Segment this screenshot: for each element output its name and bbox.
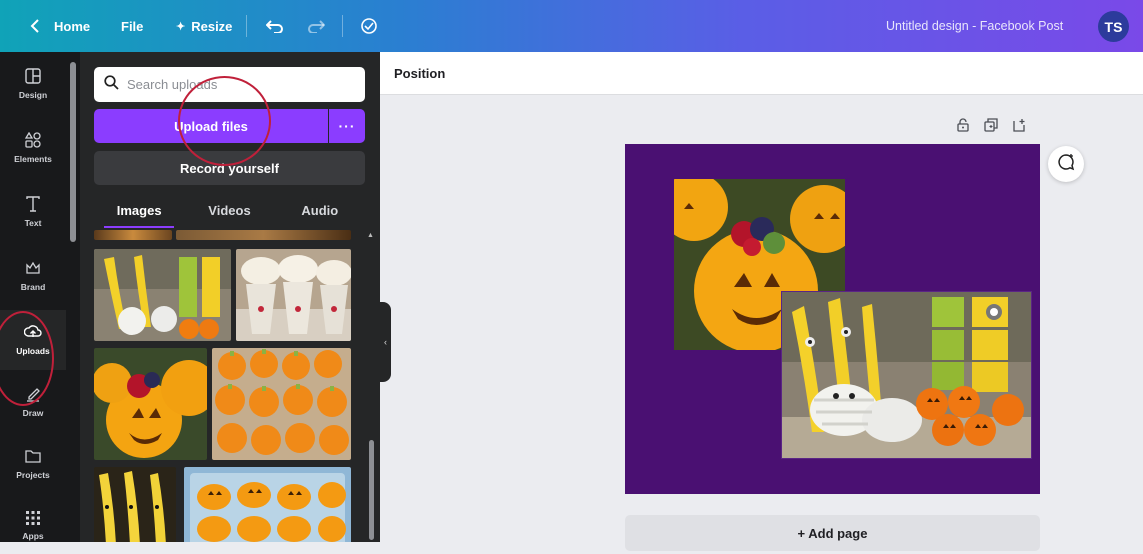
- canvas-image-bananas[interactable]: [781, 291, 1032, 459]
- redo-icon: [307, 19, 325, 33]
- position-button[interactable]: Position: [394, 66, 445, 81]
- rail-item-label: Text: [24, 218, 42, 228]
- file-label: File: [121, 18, 144, 34]
- upload-files-button[interactable]: Upload files: [94, 109, 328, 143]
- rail-scroll-thumb[interactable]: [70, 62, 76, 242]
- media-tabs: Images Videos Audio: [94, 192, 365, 228]
- upload-thumbnail[interactable]: [94, 467, 176, 542]
- upload-thumbnail[interactable]: [184, 467, 351, 542]
- avatar[interactable]: TS: [1098, 11, 1129, 42]
- save-status-button[interactable]: [360, 0, 378, 52]
- page-tools: [956, 118, 1026, 137]
- file-menu-button[interactable]: File: [121, 0, 143, 52]
- add-page-button[interactable]: + Add page: [625, 515, 1040, 551]
- record-yourself-button[interactable]: Record yourself: [94, 151, 365, 185]
- side-rail: Design Elements Text Brand Uploads Draw …: [0, 52, 66, 542]
- divider: [342, 15, 343, 37]
- grid-icon: [26, 511, 40, 527]
- rail-item-design[interactable]: Design: [0, 56, 66, 112]
- rail-item-projects[interactable]: Projects: [0, 436, 66, 492]
- rail-item-text[interactable]: Text: [0, 184, 66, 240]
- rail-item-label: Brand: [20, 282, 46, 292]
- resize-label: Resize: [191, 18, 233, 34]
- duplicate-icon[interactable]: [984, 118, 998, 137]
- more-options-button[interactable]: ···: [329, 109, 365, 143]
- rail-scrollbar[interactable]: [66, 52, 80, 542]
- tab-images[interactable]: Images: [94, 192, 184, 228]
- rail-item-label: Design: [18, 90, 48, 100]
- scroll-up-arrow-icon[interactable]: ▲: [367, 232, 374, 239]
- uploads-grid: [94, 230, 351, 542]
- top-bar: Home File ✦ Resize Untitled design - Fac…: [0, 0, 1143, 52]
- panel-scroll-thumb[interactable]: [369, 440, 374, 540]
- layout-icon: [25, 68, 41, 86]
- undo-icon: [266, 19, 284, 33]
- divider: [246, 15, 247, 37]
- home-button[interactable]: Home: [30, 0, 90, 52]
- rail-item-label: Apps: [22, 531, 44, 541]
- collapse-panel-handle[interactable]: ‹: [380, 302, 391, 382]
- rail-item-uploads[interactable]: Uploads: [0, 310, 66, 370]
- tab-videos[interactable]: Videos: [184, 192, 274, 228]
- add-page-icon[interactable]: [1012, 118, 1026, 137]
- rail-item-label: Uploads: [16, 346, 50, 356]
- upload-thumbnail[interactable]: [176, 230, 351, 240]
- rail-item-label: Projects: [16, 470, 50, 480]
- upload-thumbnail[interactable]: [212, 348, 351, 460]
- design-canvas[interactable]: [625, 144, 1040, 494]
- rail-item-brand[interactable]: Brand: [0, 248, 66, 304]
- text-icon: [25, 196, 41, 214]
- tab-audio[interactable]: Audio: [275, 192, 365, 228]
- sparkle-icon: ✦: [176, 20, 186, 33]
- upload-thumbnail[interactable]: [94, 348, 207, 460]
- search-input[interactable]: [127, 77, 327, 92]
- chevron-left-icon: ‹: [384, 337, 387, 347]
- chat-sparkle-icon: [1057, 153, 1075, 176]
- home-label: Home: [54, 18, 91, 34]
- search-box[interactable]: [94, 67, 365, 102]
- rail-item-label: Elements: [14, 154, 52, 164]
- upload-thumbnail[interactable]: [236, 249, 351, 341]
- rail-item-label: Draw: [22, 408, 44, 418]
- chevron-left-icon: [30, 19, 40, 33]
- lock-icon[interactable]: [956, 118, 970, 137]
- upload-thumbnail[interactable]: [94, 249, 231, 341]
- redo-button[interactable]: [307, 0, 325, 52]
- upload-thumbnail[interactable]: [94, 230, 172, 240]
- crown-icon: [25, 260, 41, 278]
- rail-item-draw[interactable]: Draw: [0, 374, 66, 430]
- context-toolbar: Position: [380, 52, 1143, 95]
- pen-icon: [25, 386, 41, 404]
- rail-item-elements[interactable]: Elements: [0, 120, 66, 176]
- cloud-check-icon: [360, 17, 378, 35]
- folder-icon: [25, 448, 41, 466]
- uploads-panel: Upload files ··· Record yourself Images …: [80, 52, 380, 542]
- rail-item-apps[interactable]: Apps: [0, 498, 66, 554]
- shapes-icon: [24, 131, 41, 150]
- undo-button[interactable]: [266, 0, 284, 52]
- design-title[interactable]: Untitled design - Facebook Post: [886, 0, 1063, 52]
- resize-button[interactable]: ✦ Resize: [176, 0, 232, 52]
- magic-suggestion-button[interactable]: [1048, 146, 1084, 182]
- cloud-upload-icon: [23, 324, 42, 342]
- search-icon: [104, 74, 119, 95]
